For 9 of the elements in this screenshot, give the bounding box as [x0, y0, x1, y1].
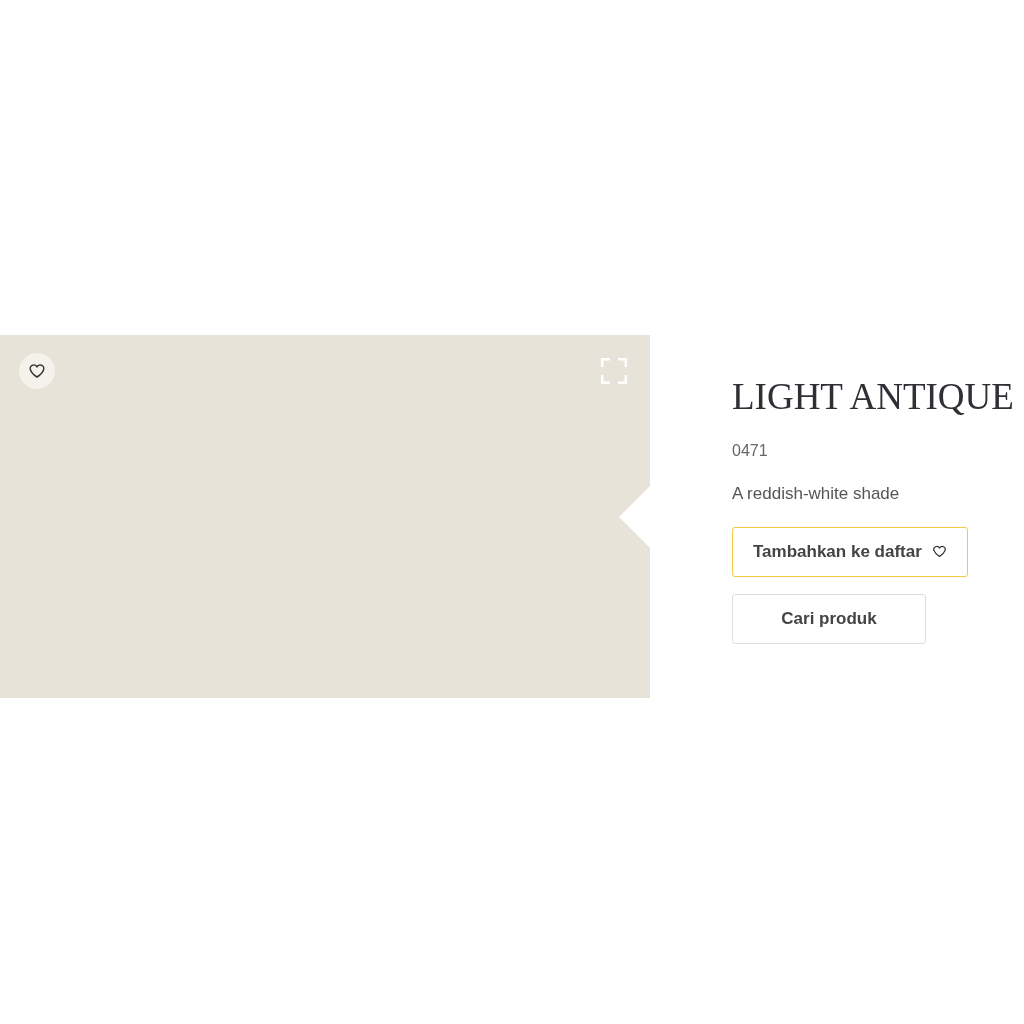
heart-icon — [931, 544, 947, 559]
pointer-notch — [619, 486, 650, 548]
add-to-list-button[interactable]: Tambahkan ke daftar — [732, 526, 968, 577]
find-product-button[interactable]: Cari produk — [732, 593, 926, 644]
product-description: A reddish-white shade — [732, 483, 901, 505]
favorite-button[interactable] — [19, 353, 55, 389]
product-code: 0471 — [732, 441, 769, 461]
heart-icon — [28, 362, 46, 380]
product-title: LIGHT ANTIQUE — [732, 375, 1014, 419]
